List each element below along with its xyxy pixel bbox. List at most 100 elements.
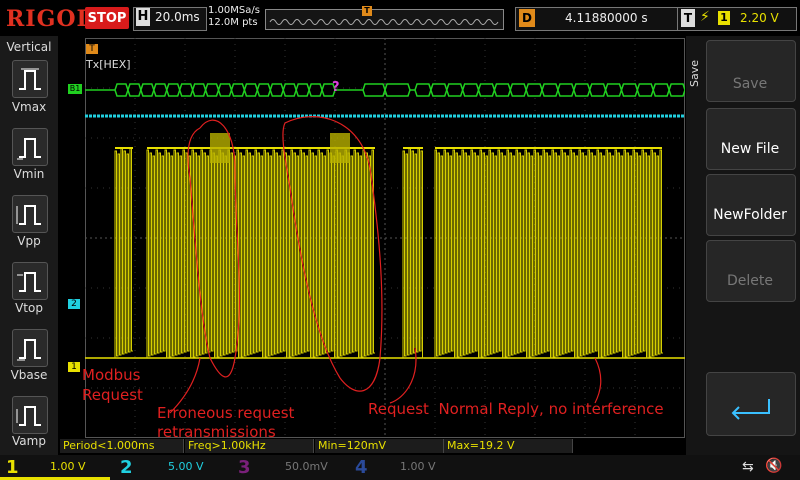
annotation-normal: Request Normal Reply, no interference bbox=[368, 400, 664, 418]
memory-depth: 12.0M pts bbox=[208, 17, 258, 28]
bus-packet bbox=[178, 83, 194, 97]
ch2-number[interactable]: 2 bbox=[120, 455, 133, 480]
timebase-label: H bbox=[136, 8, 150, 26]
bus-packet bbox=[384, 83, 411, 97]
usb-icon: ⇆ bbox=[742, 459, 754, 475]
bus-packet bbox=[295, 83, 310, 97]
ch3-scale[interactable]: 50.0mV bbox=[285, 460, 345, 474]
vtop-label: Vtop bbox=[15, 301, 43, 315]
bus-packet bbox=[114, 83, 129, 97]
bus-packet bbox=[414, 83, 432, 97]
bus-packet bbox=[573, 83, 591, 97]
trigger-label: T bbox=[681, 9, 695, 27]
vmin-icon bbox=[17, 138, 41, 160]
vamp-label: Vamp bbox=[12, 434, 46, 448]
vmax-button[interactable] bbox=[12, 60, 48, 98]
ch1-number[interactable]: 1 bbox=[6, 455, 19, 480]
measurement-min: Min=120mV bbox=[315, 439, 444, 453]
trigger-source: 1 bbox=[718, 11, 730, 25]
ch1-burst bbox=[402, 147, 424, 359]
bus-packet bbox=[652, 83, 670, 97]
timebase-value: 20.0ms bbox=[155, 10, 200, 24]
bus-packet bbox=[525, 83, 543, 97]
memory-overview-bar[interactable] bbox=[265, 9, 504, 30]
bus-packet bbox=[588, 83, 607, 97]
annotation-arrow-3 bbox=[594, 357, 602, 404]
bus-packet bbox=[430, 83, 448, 97]
ch4-number[interactable]: 4 bbox=[355, 455, 368, 480]
ch3-number[interactable]: 3 bbox=[238, 455, 251, 480]
bus-packet bbox=[204, 83, 220, 97]
vmin-label: Vmin bbox=[13, 167, 45, 181]
bus-packet bbox=[230, 83, 246, 97]
measurement-period: Period<1.000ms bbox=[60, 439, 184, 453]
bus-packet bbox=[256, 83, 272, 97]
ch1-scale[interactable]: 1.00 V bbox=[50, 460, 110, 474]
vpp-button[interactable] bbox=[12, 195, 48, 233]
ch1-noise-spike bbox=[330, 133, 350, 163]
bus-packet bbox=[140, 83, 155, 97]
bus-packet bbox=[445, 83, 464, 97]
vamp-button[interactable] bbox=[12, 396, 48, 434]
ch1-marker[interactable]: 1 bbox=[68, 362, 80, 372]
bus-packet bbox=[282, 83, 297, 97]
return-arrow-icon bbox=[731, 399, 770, 420]
ch2-scale[interactable]: 5.00 V bbox=[168, 460, 228, 474]
vbase-button[interactable] bbox=[12, 329, 48, 367]
sample-rate: 1.00MSa/s bbox=[208, 5, 260, 16]
save-button[interactable] bbox=[706, 40, 796, 102]
ch2-marker[interactable]: 2 bbox=[68, 299, 80, 309]
decode-error-mark: ? bbox=[332, 80, 340, 95]
speaker-mute-icon[interactable]: 🔇 bbox=[765, 458, 782, 474]
bus-packet bbox=[620, 83, 639, 97]
save-button-label: Save bbox=[732, 76, 768, 92]
bus-packet bbox=[127, 83, 142, 97]
vtop-icon bbox=[17, 272, 41, 292]
bus-packet bbox=[243, 83, 259, 97]
bus-packet bbox=[557, 83, 575, 97]
ch1-burst bbox=[146, 149, 375, 359]
brand-logo: RIGOL bbox=[6, 6, 93, 32]
annotation-erroneous: Erroneous request retransmissions bbox=[157, 404, 295, 441]
new-file-button-label: New File bbox=[720, 141, 780, 157]
bus-packet bbox=[668, 83, 685, 97]
vmin-button[interactable] bbox=[12, 128, 48, 166]
bus-packet bbox=[217, 83, 233, 97]
delay-label: D bbox=[519, 9, 535, 27]
measurement-max: Max=19.2 V bbox=[444, 439, 573, 453]
bus-packet bbox=[362, 83, 386, 97]
vmax-label: Vmax bbox=[11, 100, 47, 114]
measurement-freq: Freq>1.00kHz bbox=[185, 439, 314, 453]
acquisition-info: 1.00MSa/s 12.0M pts bbox=[208, 5, 260, 29]
memory-trigger-marker: T bbox=[362, 6, 372, 16]
enter-button[interactable] bbox=[706, 372, 796, 436]
vmax-icon bbox=[19, 68, 41, 90]
waveform-display[interactable] bbox=[85, 38, 685, 438]
bus-packet bbox=[541, 83, 559, 97]
trigger-position-marker[interactable]: T bbox=[86, 44, 98, 54]
delete-button[interactable] bbox=[706, 240, 796, 302]
bus-packet bbox=[191, 83, 207, 97]
bus-packet bbox=[636, 83, 655, 97]
bus-packet bbox=[604, 83, 623, 97]
bus-marker[interactable]: B1 bbox=[68, 84, 82, 94]
vbase-icon bbox=[17, 339, 41, 361]
bus-packet bbox=[308, 83, 323, 97]
delete-button-label: Delete bbox=[727, 273, 773, 289]
new-file-button[interactable] bbox=[706, 108, 796, 170]
ch1-noise-spike bbox=[210, 133, 230, 163]
vbase-label: Vbase bbox=[10, 368, 48, 382]
bus-packet bbox=[509, 83, 527, 97]
bus-packet bbox=[477, 83, 496, 97]
bus-packet bbox=[165, 83, 181, 97]
run-stop-button[interactable]: STOP bbox=[85, 7, 129, 29]
decoder-label: Tx[HEX] bbox=[86, 58, 131, 71]
bus-packet bbox=[269, 83, 285, 97]
vtop-button[interactable] bbox=[12, 262, 48, 300]
new-folder-button-label: NewFolder bbox=[713, 207, 787, 223]
trigger-level: 2.20 V bbox=[740, 11, 779, 25]
vamp-icon bbox=[16, 406, 41, 426]
trigger-box[interactable] bbox=[677, 7, 797, 31]
ch4-scale[interactable]: 1.00 V bbox=[400, 460, 460, 474]
new-folder-button[interactable] bbox=[706, 174, 796, 236]
